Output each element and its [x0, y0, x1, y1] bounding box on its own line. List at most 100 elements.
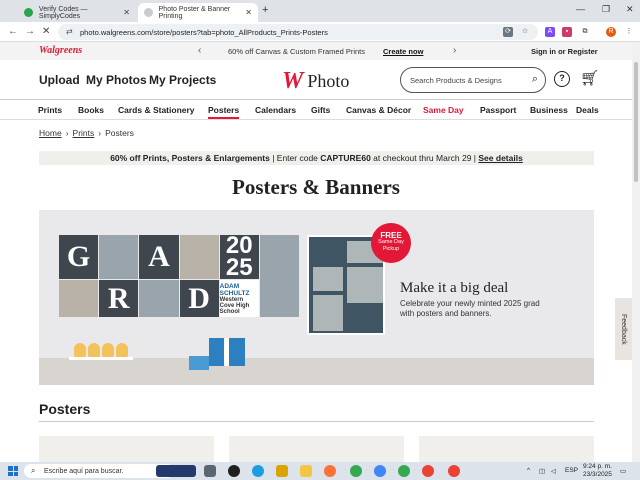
- close-window-icon[interactable]: ✕: [626, 4, 634, 15]
- offer-middle: | Enter code: [269, 153, 321, 163]
- simplycodes-favicon-icon: [24, 8, 33, 17]
- nav-business[interactable]: Business: [530, 105, 568, 115]
- poster-photo: [259, 235, 299, 317]
- my-photos-link[interactable]: My Photos: [86, 73, 147, 87]
- chrome-profile-icon[interactable]: [374, 465, 386, 477]
- tab-simplycodes[interactable]: Verify Codes — SimplyCodes ✕: [18, 3, 136, 22]
- bookmark-star-icon[interactable]: ☆: [520, 27, 530, 37]
- nav-cards-stationery[interactable]: Cards & Stationery: [118, 105, 195, 115]
- nav-gifts[interactable]: Gifts: [311, 105, 330, 115]
- nav-deals[interactable]: Deals: [576, 105, 599, 115]
- media-player-icon[interactable]: [228, 465, 240, 477]
- search-placeholder: Search Products & Designs: [410, 75, 502, 85]
- poster-photo: [99, 235, 139, 279]
- poster-year: 20 25: [219, 234, 259, 280]
- page-title: Posters & Banners: [232, 175, 400, 199]
- badge-free: FREE: [380, 231, 402, 240]
- cake-stand: [69, 357, 133, 360]
- section-divider: [39, 421, 594, 422]
- search-highlight-image[interactable]: [156, 465, 196, 477]
- notification-icon[interactable]: ▭: [620, 467, 626, 475]
- extension-a-icon[interactable]: A: [545, 27, 555, 37]
- forward-icon[interactable]: →: [25, 26, 35, 37]
- poster-letter: A: [139, 235, 179, 279]
- walgreens-logo[interactable]: Walgreens: [39, 45, 82, 56]
- chrome-profile-icon[interactable]: [398, 465, 410, 477]
- search-input[interactable]: Search Products & Designs ⌕: [400, 67, 546, 93]
- hero-banner[interactable]: G A 20 25 R D ADAM SCHULTZ Western Cove …: [39, 210, 594, 385]
- walgreens-photo-logo[interactable]: W Photo: [282, 68, 349, 95]
- page-scrollbar[interactable]: [632, 42, 640, 462]
- feedback-tab[interactable]: Feedback: [615, 298, 632, 360]
- promo-link[interactable]: Create now: [383, 47, 423, 56]
- poster-photo: [179, 235, 219, 279]
- product-card[interactable]: [229, 436, 404, 462]
- nav-passport[interactable]: Passport: [480, 105, 516, 115]
- browser-menu-icon[interactable]: ⋮: [624, 27, 634, 37]
- profile-avatar[interactable]: R: [606, 27, 616, 37]
- chrome-profile-icon[interactable]: [422, 465, 434, 477]
- nav-prints[interactable]: Prints: [38, 105, 62, 115]
- offer-code: CAPTURE60: [320, 153, 371, 163]
- browser-toolbar: ← → ✕ ⇄ photo.walgreens.com/store/poster…: [0, 22, 640, 42]
- breadcrumb-current: Posters: [105, 128, 134, 138]
- chrome-active-icon[interactable]: [448, 465, 460, 477]
- firefox-icon[interactable]: [324, 465, 336, 477]
- restore-icon[interactable]: ❐: [602, 4, 610, 15]
- windows-start-icon[interactable]: [8, 466, 18, 476]
- poster-name-card: ADAM SCHULTZ Western Cove High School: [219, 280, 259, 317]
- cart-icon[interactable]: 🛒︎: [580, 69, 599, 87]
- search-icon[interactable]: ⌕: [532, 73, 538, 86]
- category-nav: Prints Books Cards & Stationery Posters …: [0, 100, 632, 120]
- minimize-icon[interactable]: —: [576, 4, 585, 14]
- stop-loading-icon[interactable]: ✕: [42, 26, 50, 37]
- promo-prev-icon[interactable]: ‹: [198, 45, 201, 56]
- scrollbar-thumb[interactable]: [634, 62, 638, 182]
- my-projects-link[interactable]: My Projects: [149, 73, 216, 87]
- upload-link[interactable]: Upload: [39, 73, 80, 87]
- signin-link[interactable]: Sign in or Register: [531, 47, 598, 56]
- address-bar[interactable]: ⇄ photo.walgreens.com/store/posters?tab=…: [58, 24, 538, 40]
- close-tab-icon[interactable]: ✕: [245, 8, 252, 17]
- breadcrumb: Home › Prints › Posters: [39, 128, 134, 138]
- cupcakes-image: [74, 343, 128, 357]
- nav-canvas-decor[interactable]: Canvas & Décor: [346, 105, 411, 115]
- translate-icon[interactable]: ⟳: [503, 27, 513, 37]
- app-icon[interactable]: [276, 465, 288, 477]
- nav-same-day[interactable]: Same Day: [423, 105, 464, 115]
- clock-time: 9:24 p. m.: [583, 463, 612, 470]
- brand-product: Photo: [307, 71, 350, 91]
- taskbar-search-input[interactable]: ⌕ Escribe aquí para buscar.: [24, 464, 174, 478]
- help-icon[interactable]: ?: [554, 71, 570, 87]
- site-info-icon[interactable]: ⇄: [66, 27, 73, 36]
- close-tab-icon[interactable]: ✕: [123, 8, 130, 17]
- volume-icon[interactable]: ◁: [551, 467, 556, 475]
- promo-next-icon[interactable]: ›: [453, 45, 456, 56]
- nav-posters[interactable]: Posters: [208, 105, 240, 119]
- product-card[interactable]: [39, 436, 214, 462]
- breadcrumb-prints[interactable]: Prints: [73, 128, 95, 138]
- chrome-icon[interactable]: [350, 465, 362, 477]
- nav-books[interactable]: Books: [78, 105, 104, 115]
- tab-walgreens-posters[interactable]: Photo Poster & Banner Printing ✕: [138, 3, 258, 22]
- file-explorer-icon[interactable]: [300, 465, 312, 477]
- taskbar-clock[interactable]: 9:24 p. m. 23/3/2025: [583, 463, 612, 479]
- extension-gift-icon[interactable]: ▪: [562, 27, 572, 37]
- poster-letter: D: [179, 280, 219, 317]
- see-details-link[interactable]: See details: [478, 153, 522, 163]
- poster-letter: G: [59, 235, 99, 279]
- new-tab-button[interactable]: +: [262, 4, 268, 16]
- product-card[interactable]: [419, 436, 594, 462]
- network-icon[interactable]: ◫: [539, 467, 545, 475]
- back-icon[interactable]: ←: [8, 26, 18, 37]
- hero-body: Celebrate your newly minted 2025 grad wi…: [400, 299, 540, 318]
- edge-icon[interactable]: [252, 465, 264, 477]
- gift-box-image: [209, 338, 245, 366]
- language-indicator[interactable]: ESP: [565, 467, 578, 474]
- task-view-icon[interactable]: [204, 465, 216, 477]
- poster-photo: [59, 280, 99, 317]
- breadcrumb-home[interactable]: Home: [39, 128, 62, 138]
- nav-calendars[interactable]: Calendars: [255, 105, 296, 115]
- extensions-puzzle-icon[interactable]: ⧉: [580, 27, 590, 37]
- tray-chevron-icon[interactable]: ^: [527, 467, 530, 474]
